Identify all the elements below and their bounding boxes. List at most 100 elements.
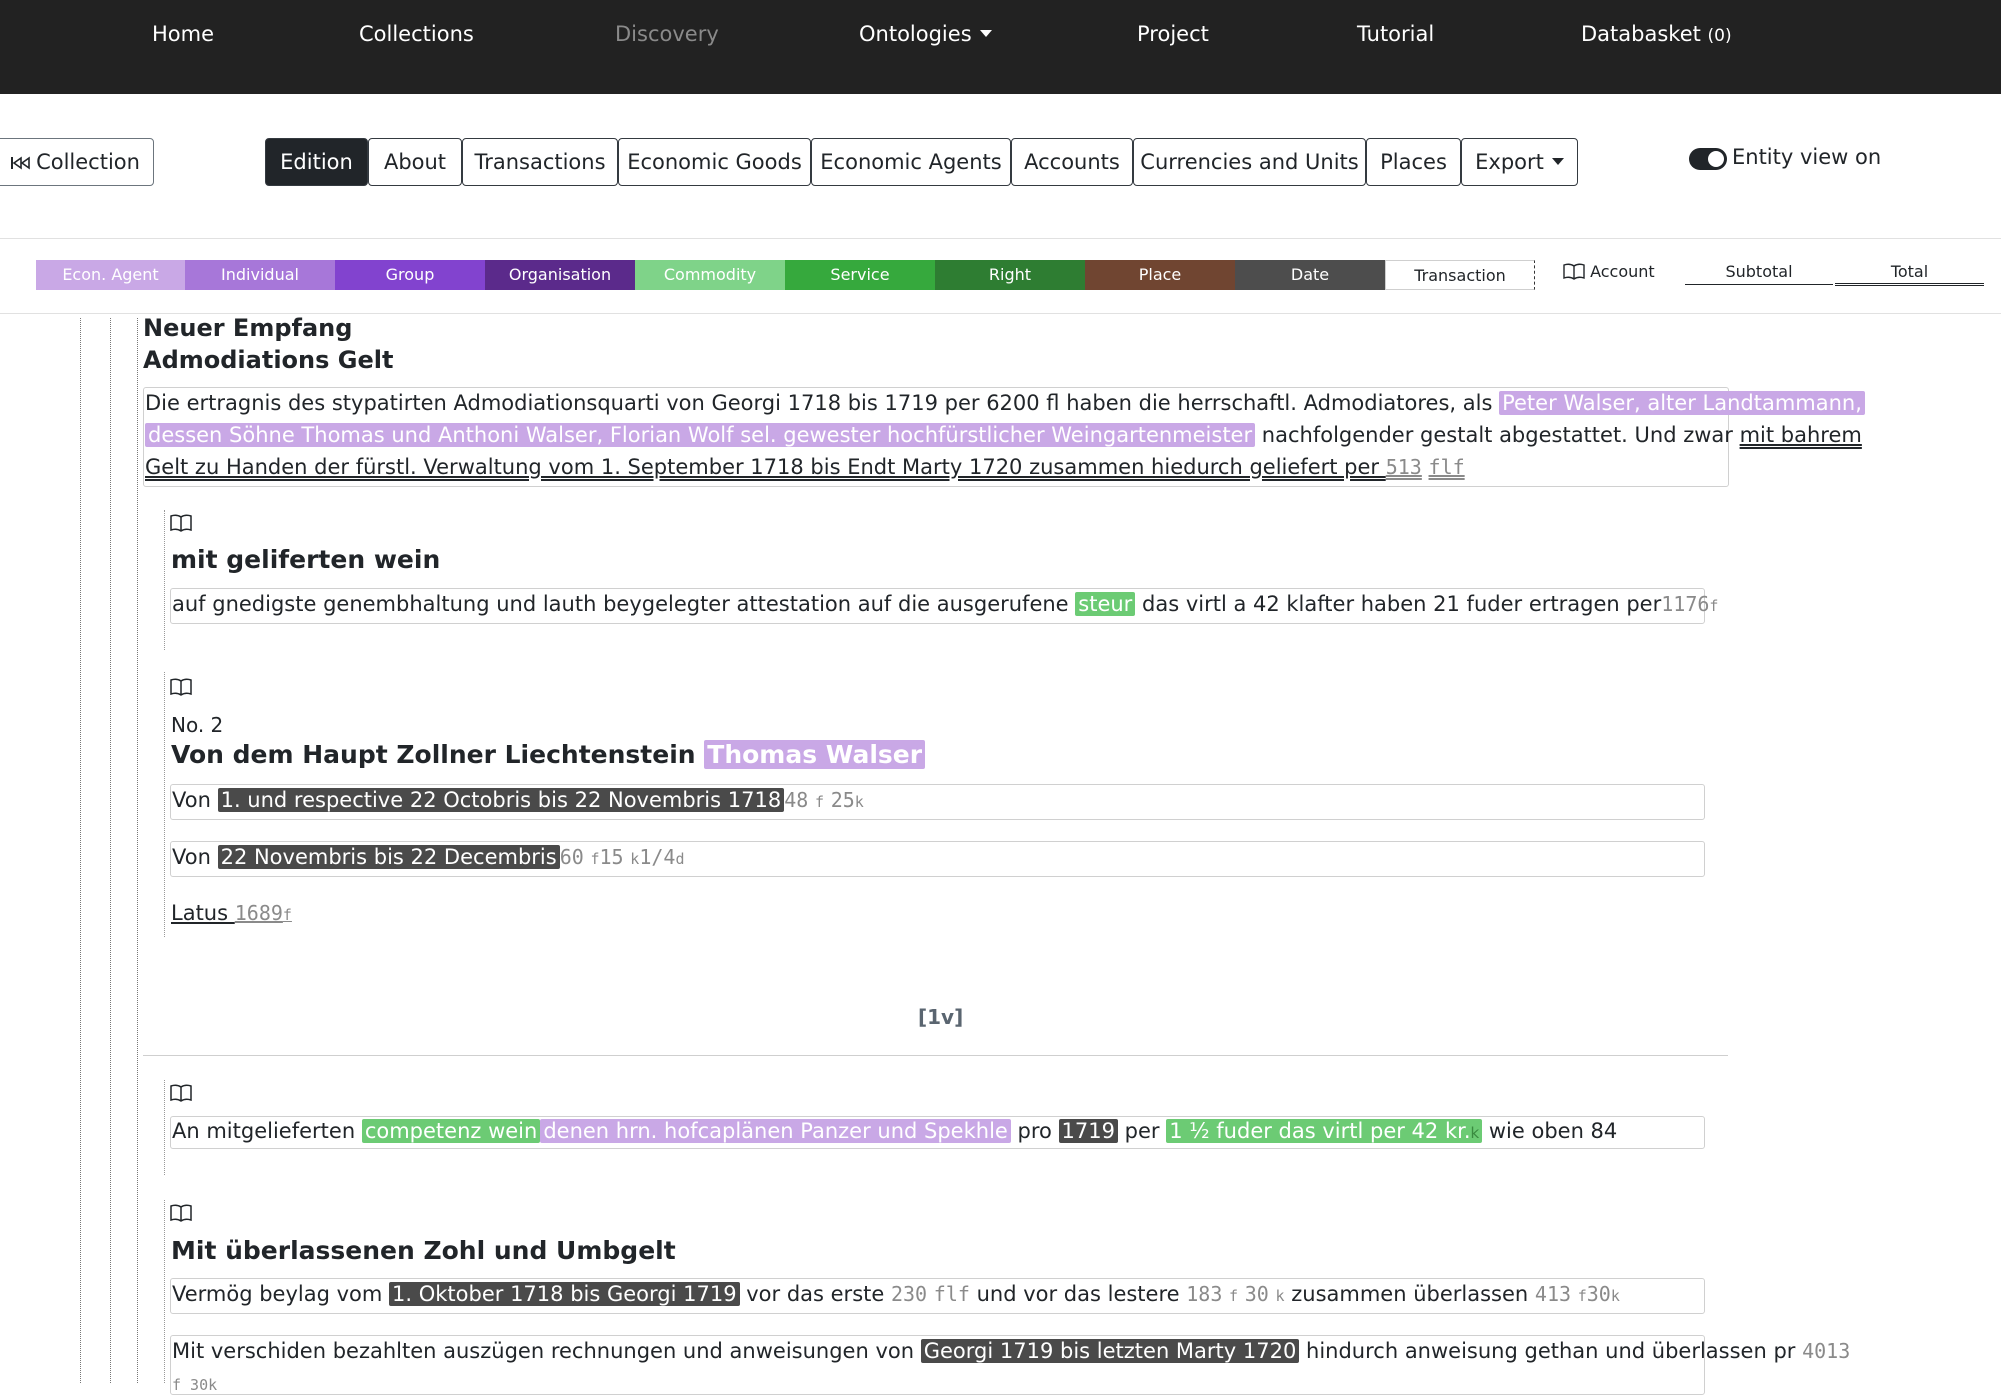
subtotal-label: Latus bbox=[171, 901, 235, 925]
transaction-text: vor das erste bbox=[739, 1282, 891, 1306]
tab-currencies-and-units[interactable]: Currencies and Units bbox=[1133, 138, 1366, 186]
econ-agent-entity[interactable]: Peter Walser, alter Landtammann, bbox=[1499, 391, 1865, 415]
section-heading-neuer-empfang: Neuer Empfang bbox=[143, 314, 353, 342]
amount-value: 30 bbox=[1586, 1282, 1611, 1306]
export-label: Export bbox=[1475, 150, 1544, 174]
tab-export-dropdown[interactable]: Export bbox=[1461, 138, 1578, 186]
transaction-block-admodiation[interactable]: Die ertragnis des stypatirten Admodiatio… bbox=[143, 387, 1865, 487]
tab-places[interactable]: Places bbox=[1366, 138, 1461, 186]
amount-value: 183 bbox=[1186, 1282, 1223, 1306]
legend-individual: Individual bbox=[185, 260, 335, 290]
transaction-block-zoll-2[interactable]: Von 22 Novembris bis 22 Decembris 60 f15 … bbox=[170, 841, 1705, 877]
date-entity[interactable]: 22 Novembris bis 22 Decembris bbox=[217, 845, 560, 869]
date-entity[interactable]: 1719 bbox=[1058, 1119, 1118, 1143]
text-line: An mitgelieferten competenz wein denen hr… bbox=[172, 1119, 1617, 1143]
total-text: Gelt zu Handen der fürstl. Verwaltung vo… bbox=[145, 455, 1386, 479]
nav-discovery[interactable]: Discovery bbox=[615, 22, 719, 46]
transaction-text: per bbox=[1117, 1119, 1167, 1143]
date-entity[interactable]: 1. Oktober 1718 bis Georgi 1719 bbox=[389, 1282, 740, 1306]
amount-unit: k bbox=[630, 850, 640, 868]
commodity-entity[interactable]: competenz wein bbox=[361, 1119, 541, 1143]
nav-collections[interactable]: Collections bbox=[359, 22, 474, 46]
commodity-entity[interactable]: 1 ½ fuder das virtl per 42 kr.k bbox=[1166, 1119, 1483, 1143]
book-icon bbox=[170, 678, 192, 696]
toggle-knob bbox=[1708, 151, 1724, 167]
transaction-text: Von bbox=[172, 845, 218, 869]
amount-unit: f bbox=[590, 850, 600, 868]
tab-economic-agents[interactable]: Economic Agents bbox=[811, 138, 1011, 186]
amount-value: 30 bbox=[1244, 1282, 1269, 1306]
tree-line-middle bbox=[110, 318, 111, 1383]
entity-view-toggle[interactable] bbox=[1689, 148, 1727, 170]
transaction-text: zusammen überlassen bbox=[1284, 1282, 1535, 1306]
econ-agent-entity[interactable]: denen hrn. hofcaplänen Panzer und Spekhl… bbox=[540, 1119, 1011, 1143]
legend-right: Right bbox=[935, 260, 1085, 290]
nav-databasket[interactable]: Databasket (0) bbox=[1581, 22, 1732, 46]
nav-ontologies-label: Ontologies bbox=[859, 22, 972, 46]
econ-agent-entity[interactable]: dessen Söhne Thomas und Anthoni Walser, … bbox=[145, 423, 1256, 447]
transaction-block-wein[interactable]: auf gnedigste genembhaltung und lauth be… bbox=[170, 588, 1718, 624]
tab-economic-goods[interactable]: Economic Goods bbox=[618, 138, 811, 186]
amount-unit: k bbox=[1610, 1287, 1620, 1305]
amount-unit: f bbox=[1709, 597, 1719, 615]
transaction-text: auf gnedigste genembhaltung und lauth be… bbox=[172, 592, 1076, 616]
amount-unit: k bbox=[854, 793, 864, 811]
legend-place: Place bbox=[1085, 260, 1235, 290]
amount-unit: k bbox=[1470, 1124, 1480, 1142]
caret-down-icon bbox=[1551, 158, 1564, 165]
back-to-collection-button[interactable]: Collection bbox=[0, 138, 154, 186]
latus-subtotal: Latus 1689f bbox=[171, 901, 292, 925]
date-entity[interactable]: Georgi 1719 bis letzten Marty 1720 bbox=[920, 1339, 1300, 1363]
amount-value: 4013 bbox=[1802, 1339, 1851, 1363]
tree-line-inner bbox=[137, 318, 138, 1383]
commodity-text: 1 ½ fuder das virtl per 42 kr. bbox=[1169, 1119, 1471, 1143]
tab-edition[interactable]: Edition bbox=[265, 138, 368, 186]
account-heading-geliferten-wein: mit geliferten wein bbox=[171, 545, 441, 574]
transaction-block-competenz-wein[interactable]: An mitgelieferten competenz wein denen hr… bbox=[170, 1116, 1705, 1149]
amount-value: 1689 bbox=[234, 901, 283, 925]
account-heading-haupt-zollner: Von dem Haupt Zollner Liechtenstein Thom… bbox=[171, 740, 926, 769]
amount-unit: f bbox=[1577, 1287, 1587, 1305]
transaction-block-zohl-2[interactable]: Mit verschiden bezahlten auszügen rechnu… bbox=[170, 1335, 1850, 1395]
book-icon bbox=[170, 1084, 192, 1102]
amount-value: 48 bbox=[784, 788, 809, 812]
account-heading-zohl-umbgelt: Mit überlassenen Zohl und Umbgelt bbox=[171, 1236, 676, 1265]
text-line: Von 22 Novembris bis 22 Decembris 60 f15 … bbox=[172, 845, 684, 869]
folio-number: [1v] bbox=[918, 1005, 964, 1029]
amount-unit: flf bbox=[933, 1282, 970, 1306]
legend-econ-agent: Econ. Agent bbox=[36, 260, 185, 290]
total-text: mit bahrem bbox=[1739, 423, 1862, 447]
legend-top-divider bbox=[0, 238, 2001, 239]
book-icon bbox=[170, 1204, 192, 1222]
amount-value: 1/4 bbox=[639, 845, 676, 869]
transaction-block-zoll-1[interactable]: Von 1. und respective 22 Octobris bis 22… bbox=[170, 784, 1705, 820]
text-line: Mit verschiden bezahlten auszügen rechnu… bbox=[172, 1339, 1850, 1363]
tab-transactions[interactable]: Transactions bbox=[462, 138, 618, 186]
commodity-entity[interactable]: steur bbox=[1075, 592, 1136, 616]
nav-ontologies-dropdown[interactable]: Ontologies bbox=[859, 22, 992, 46]
transaction-text: hindurch anweisung gethan und überlassen… bbox=[1299, 1339, 1803, 1363]
legend-group: Group bbox=[335, 260, 485, 290]
block-line bbox=[164, 1080, 165, 1175]
text-line: dessen Söhne Thomas und Anthoni Walser, … bbox=[145, 423, 1862, 447]
nav-home[interactable]: Home bbox=[152, 22, 214, 46]
transaction-text: nachfolgender gestalt abgestattet. Und z… bbox=[1255, 423, 1740, 447]
econ-agent-entity[interactable]: Thomas Walser bbox=[704, 740, 926, 769]
tab-about[interactable]: About bbox=[368, 138, 462, 186]
transaction-text: und vor das lestere bbox=[969, 1282, 1187, 1306]
amount-unit: flf bbox=[1428, 455, 1465, 479]
amount-value: 1176 bbox=[1661, 592, 1710, 616]
nav-project[interactable]: Project bbox=[1137, 22, 1209, 46]
transaction-text: Mit verschiden bezahlten auszügen rechnu… bbox=[172, 1339, 921, 1363]
entity-view-label: Entity view on bbox=[1732, 145, 1882, 169]
tab-accounts[interactable]: Accounts bbox=[1011, 138, 1133, 186]
amount-value: 60 bbox=[559, 845, 584, 869]
transaction-block-zohl-1[interactable]: Vermög beylag vom 1. Oktober 1718 bis Ge… bbox=[170, 1278, 1705, 1314]
transaction-text: Von bbox=[172, 788, 218, 812]
amount-value: 15 bbox=[599, 845, 624, 869]
date-entity[interactable]: 1. und respective 22 Octobris bis 22 Nov… bbox=[217, 788, 785, 812]
databasket-count: (0) bbox=[1707, 26, 1732, 46]
block-line bbox=[164, 672, 165, 937]
legend-organisation: Organisation bbox=[485, 260, 635, 290]
nav-tutorial[interactable]: Tutorial bbox=[1357, 22, 1434, 46]
